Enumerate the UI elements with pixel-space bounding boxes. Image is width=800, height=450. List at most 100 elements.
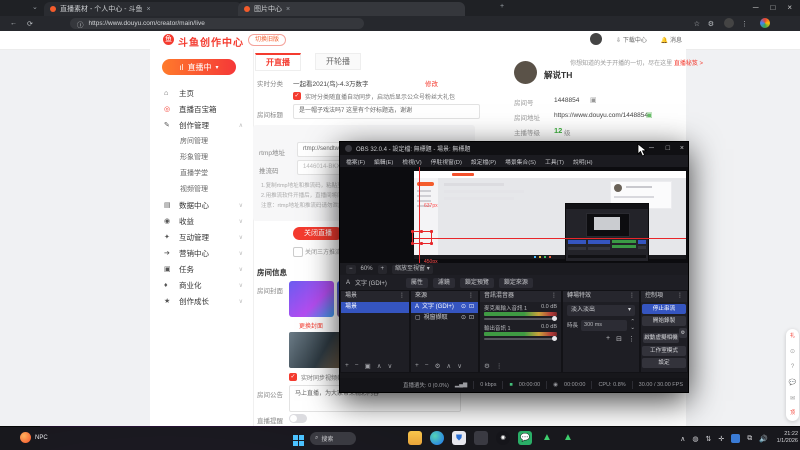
obs-close-button[interactable]: × <box>680 145 684 152</box>
close-live-button[interactable]: 关闭直播 <box>293 227 343 240</box>
tab1-close-icon[interactable]: × <box>146 6 150 13</box>
address-box[interactable]: ⓘ https://www.douyu.com/creator/main/liv… <box>70 18 364 29</box>
browser-menu-icon[interactable]: ⋮ <box>741 20 748 28</box>
source-down-icon[interactable]: ∨ <box>457 362 462 370</box>
add-source-icon[interactable]: + <box>415 362 419 370</box>
visibility-icon[interactable]: ⊙ <box>461 313 466 324</box>
obs-menu-view[interactable]: 檢視(V) <box>402 157 421 166</box>
tab-start-live[interactable]: 开直播 <box>255 53 301 71</box>
obs-title-bar[interactable]: OBS 32.0.4 - 設定檔: 無標題 - 場景: 無標題 ─ □ × <box>340 142 688 155</box>
upload-icon[interactable]: ⊙ <box>790 348 795 355</box>
mixer-dock-menu-icon[interactable]: ⋮ <box>551 291 557 302</box>
streamer-avatar[interactable] <box>514 61 537 84</box>
reload-icon[interactable]: ⟳ <box>27 20 33 28</box>
mixer1-volume-slider[interactable] <box>484 316 557 321</box>
obs-menu-file[interactable]: 檔案(F) <box>346 157 365 166</box>
category-edit-link[interactable]: 修改 <box>425 78 438 88</box>
mixer2-volume-slider[interactable] <box>484 336 557 341</box>
browser-account-avatar[interactable] <box>724 18 734 28</box>
source-properties-icon[interactable]: ⚙ <box>435 362 441 370</box>
source-item-window-capture[interactable]: ▢ 視窗擷取 ⊙ ⊡ <box>411 313 478 324</box>
sidebar-item-video-manage[interactable]: 视频管理 <box>150 181 253 197</box>
start-button[interactable] <box>293 435 304 446</box>
zoom-fit-dropdown[interactable]: 縮放至視窗 ▾ <box>392 264 433 274</box>
chat-icon[interactable]: 💬 <box>789 379 796 386</box>
obs-menu-docks[interactable]: 停駐視窗(D) <box>431 157 462 166</box>
taskbar-store-icon[interactable]: ⛊ <box>452 431 466 445</box>
obs-maximize-button[interactable]: □ <box>666 145 670 152</box>
new-tab-button[interactable]: + <box>500 3 504 10</box>
taskbar-obs-icon[interactable]: ◉ <box>496 431 510 445</box>
back-icon[interactable]: ← <box>10 20 17 27</box>
scene-down-icon[interactable]: ∨ <box>388 362 393 370</box>
room-no-copy-icon[interactable]: ▣ <box>590 96 597 104</box>
taskbar-game-icon-1[interactable]: ▲ <box>540 431 554 445</box>
sidebar-item-home[interactable]: ⌂ 主页 <box>150 85 253 101</box>
filters-button[interactable]: 濾鏡 <box>432 277 455 288</box>
lock-source-button[interactable]: 鎖定來源 <box>498 277 533 288</box>
change-cover-link[interactable]: 更换封面 <box>299 321 323 330</box>
browser-maximize-button[interactable]: □ <box>770 3 775 12</box>
remove-scene-icon[interactable]: − <box>355 362 359 370</box>
taskbar-clock[interactable]: 21:22 1/1/2026 <box>777 431 798 445</box>
sidebar-item-room-manage[interactable]: 房间管理 <box>150 133 253 149</box>
tab2-close-icon[interactable]: × <box>286 6 290 13</box>
live-status-button[interactable]: ıl 直播中 ▾ <box>162 59 236 75</box>
selection-box[interactable] <box>411 230 433 245</box>
taskbar-search[interactable]: ⌕ 搜索 <box>310 432 356 445</box>
add-transition-icon[interactable]: + <box>606 335 610 343</box>
obs-menu-tools[interactable]: 工具(T) <box>545 157 564 166</box>
live-remind-toggle[interactable] <box>289 414 307 423</box>
start-recording-button[interactable]: 開始錄製 <box>642 316 686 326</box>
lock-icon[interactable]: ⊡ <box>469 302 474 313</box>
obs-menu-edit[interactable]: 編輯(E) <box>374 157 393 166</box>
sidebar-item-commerce[interactable]: ♦ 商业化 ∨ <box>150 277 253 293</box>
taskbar-app-icon[interactable] <box>474 431 488 445</box>
transitions-dock-menu-icon[interactable]: ⋮ <box>629 291 635 302</box>
stop-streaming-button[interactable]: 停止串流 <box>642 304 686 314</box>
visibility-icon[interactable]: ⊙ <box>461 302 466 313</box>
obs-preview[interactable]: 637px 450px <box>340 167 688 263</box>
download-center-link[interactable]: ⇩ 下载中心 <box>616 35 647 44</box>
back-top-icon[interactable]: 顶 <box>790 411 795 416</box>
obs-menu-scene-collection[interactable]: 場景集合(S) <box>505 157 536 166</box>
bookmark-star-icon[interactable]: ☆ <box>694 20 700 28</box>
zoom-in-button[interactable]: + <box>377 264 388 274</box>
properties-button[interactable]: 屬性 <box>405 277 428 288</box>
tab-loop-live[interactable]: 开轮播 <box>315 53 361 70</box>
obs-menu-help[interactable]: 說明(H) <box>573 157 593 166</box>
taskbar-edge-icon[interactable] <box>430 431 444 445</box>
category-sync-checkbox[interactable]: ✓ <box>293 92 301 100</box>
cover-banner-1[interactable] <box>289 281 334 317</box>
sidebar-item-creation[interactable]: ✎ 创作管理 ∧ <box>150 117 253 133</box>
feedback-icon[interactable]: ✉ <box>790 395 795 402</box>
controls-dock-menu-icon[interactable]: ⋮ <box>677 291 683 302</box>
room-addr-copy-icon[interactable]: ▣ <box>646 111 653 119</box>
add-scene-icon[interactable]: + <box>345 362 349 370</box>
scene-item[interactable]: 場景 <box>341 302 409 313</box>
sidebar-item-revenue[interactable]: ◉ 收益 ∨ <box>150 213 253 229</box>
sidebar-item-marketing[interactable]: ➔ 营销中心 ∨ <box>150 245 253 261</box>
lock-icon[interactable]: ⊡ <box>469 313 474 324</box>
tab-search-chevron-icon[interactable]: ⌄ <box>32 3 38 11</box>
settings-button[interactable]: 設定 <box>642 358 686 368</box>
duration-input[interactable]: 300 ms <box>581 319 628 331</box>
sidebar-item-live-school[interactable]: 直播学堂 <box>150 165 253 181</box>
tray-update-icon[interactable]: ⇅ <box>706 435 712 443</box>
studio-mode-button[interactable]: 工作室模式 <box>642 346 686 356</box>
messages-link[interactable]: 🔔 消息99+ <box>661 35 682 44</box>
source-item-text[interactable]: A 文字 (GDI+) ⊙ ⊡ <box>411 302 478 313</box>
tray-ime-icon[interactable] <box>731 434 741 443</box>
obs-minimize-button[interactable]: ─ <box>649 145 654 152</box>
mixer-menu-icon[interactable]: ⋮ <box>496 362 503 370</box>
taskbar-widget[interactable]: NPC <box>20 432 48 443</box>
transition-props-icon[interactable]: ⋮ <box>628 335 635 343</box>
tray-expand-icon[interactable]: ∧ <box>680 435 685 443</box>
site-info-icon[interactable]: ⓘ <box>77 19 84 29</box>
tray-network-icon[interactable]: ◍ <box>692 435 698 443</box>
transition-select[interactable]: 淡入淡出 ▾ <box>567 305 635 316</box>
tray-volume-icon[interactable]: 🔊 <box>759 435 768 443</box>
tray-display-icon[interactable]: ⧉ <box>747 435 752 443</box>
scene-filters-icon[interactable]: ▣ <box>365 362 371 370</box>
remove-source-icon[interactable]: − <box>425 362 429 370</box>
